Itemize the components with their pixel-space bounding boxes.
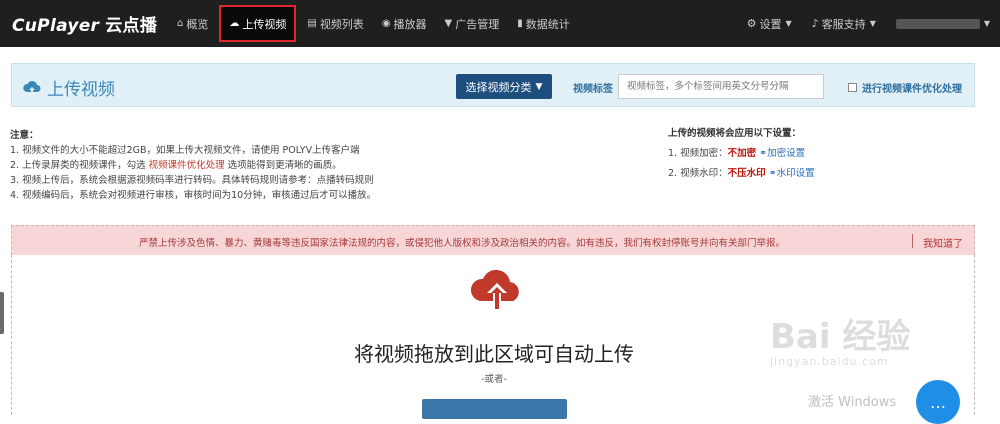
chevron-down-icon: ▼: [535, 81, 543, 92]
notes-title: 注意：: [10, 130, 39, 141]
film-icon: ▤: [307, 18, 317, 29]
page-title: 上传视频: [22, 75, 115, 100]
caret-down-icon: ▼: [983, 19, 990, 28]
notes-line: 1. 视频文件的大小不能超过2GB，如果上传大视频文件，请使用 POLYV上传客…: [10, 145, 360, 156]
select-file-button[interactable]: [422, 399, 567, 419]
home-icon: ⌂: [177, 18, 184, 29]
nav-upload-label: 上传视频: [242, 17, 287, 31]
gear-icon: ⚙: [746, 17, 757, 30]
watermark-settings-link[interactable]: ⚭水印设置: [769, 168, 815, 179]
upload-notes: 注意： 1. 视频文件的大小不能超过2GB，如果上传大视频文件，请使用 POLY…: [10, 128, 530, 203]
support-menu[interactable]: ♪ 客服支持 ▼: [802, 16, 886, 32]
dismiss-warning-button[interactable]: 我知道了: [923, 235, 963, 250]
account-name-blurred: [895, 18, 980, 29]
nav-player[interactable]: ◉ 播放器: [373, 0, 436, 47]
nav-overview-label: 概览: [186, 17, 209, 31]
nav-video-list-label: 视频列表: [319, 17, 364, 31]
checkbox-box[interactable]: [848, 83, 857, 92]
link-icon: ⚭: [759, 148, 768, 159]
drop-zone-or: -或者-: [481, 374, 507, 385]
encrypt-link-text: 加密设置: [767, 148, 806, 159]
watermark-main: Bai 经验: [770, 317, 911, 357]
settings-label: 设置: [759, 17, 782, 31]
nav-stats[interactable]: ▮ 数据统计: [508, 0, 579, 47]
settings-title: 上传的视频将会应用以下设置：: [668, 128, 802, 139]
upload-header-panel: 上传视频 选择视频分类▼ 视频标签 进行视频课件优化处理: [11, 63, 975, 107]
nav-video-list[interactable]: ▤ 视频列表: [298, 0, 372, 47]
nav-stats-label: 数据统计: [525, 17, 570, 31]
encrypt-value: 不加密: [727, 148, 757, 159]
notes-text: 2. 上传录屏类的视频课件，勾选: [10, 160, 146, 171]
play-circle-icon: ◉: [381, 18, 391, 29]
nav-ads-label: 广告管理: [455, 17, 500, 31]
legal-warning-banner: 严禁上传涉及色情、暴力、黄赌毒等违反国家法律法规的内容，或侵犯他人版权和涉及政治…: [11, 225, 975, 255]
side-handle[interactable]: [0, 292, 4, 334]
bar-chart-icon: ▮: [517, 18, 523, 29]
select-category-button[interactable]: 选择视频分类 ▼: [456, 74, 552, 99]
nav-right: ⚙ 设置 ▼ ♪ 客服支持 ▼ ▼: [737, 0, 1000, 47]
top-navbar: CuPlayer 云点播 ⌂ 概览 ☁ 上传视频 ▤ 视频列表 ◉ 播放器 ▼ 广告管理 ▮…: [0, 0, 1000, 47]
cloud-upload-icon: [470, 269, 519, 311]
applied-settings: 上传的视频将会应用以下设置： 1. 视频加密：不加密 ⚭加密设置 2. 视频水印…: [668, 124, 815, 184]
cloud-upload-icon: ☁: [229, 18, 240, 29]
nav-player-label: 播放器: [393, 17, 427, 31]
nav-upload-video[interactable]: ☁ 上传视频: [219, 5, 297, 42]
encrypt-settings-link[interactable]: ⚭加密设置: [759, 148, 805, 159]
account-menu[interactable]: ▼: [886, 18, 1000, 29]
divider: [912, 234, 913, 248]
nav-overview[interactable]: ⌂ 概览: [168, 0, 217, 47]
watermark-setting: 2. 视频水印：不压水印 ⚭水印设置: [668, 164, 815, 184]
watermark-link-text: 水印设置: [776, 168, 815, 179]
baidu-watermark: Bai 经验 jingyan.baidu.com: [770, 320, 910, 370]
brand-name: CuPlayer: [12, 16, 100, 36]
select-category-label: 选择视频分类: [465, 80, 532, 94]
watermark-label: 2. 视频水印：: [668, 168, 728, 179]
notes-line: 2. 上传录屏类的视频课件，勾选 视频课件优化处理 选项能得到更清晰的画质。: [10, 158, 530, 173]
notes-line: 3. 视频上传后，系统会根据源视频码率进行转码。具体转码规则请参考：点播转码规则: [10, 175, 374, 186]
notes-text: 选项能得到更清晰的画质。: [227, 160, 342, 171]
activate-windows-text: 激活 Windows: [808, 395, 897, 410]
chat-icon: …: [930, 392, 946, 412]
notes-highlight: 视频课件优化处理: [148, 160, 225, 171]
bell-icon: ♪: [811, 17, 819, 30]
nav-ads[interactable]: ▼ 广告管理: [436, 0, 509, 47]
link-icon: ⚭: [768, 168, 777, 179]
support-label: 客服支持: [821, 17, 866, 31]
brand-name-cn: 云点播: [105, 16, 158, 36]
optimize-checkbox[interactable]: 进行视频课件优化处理: [848, 80, 962, 95]
encrypt-label: 1. 视频加密：: [668, 148, 728, 159]
settings-menu[interactable]: ⚙ 设置 ▼: [737, 16, 802, 32]
caret-down-icon: ▼: [869, 19, 876, 28]
tag-input[interactable]: [618, 74, 824, 99]
filter-icon: ▼: [444, 18, 453, 29]
caret-down-icon: ▼: [785, 19, 792, 28]
warning-text: 严禁上传涉及色情、暴力、黄赌毒等违反国家法律法规的内容，或侵犯他人版权和涉及政治…: [138, 238, 785, 249]
brand-logo[interactable]: CuPlayer 云点播: [12, 11, 157, 36]
watermark-value: 不压水印: [727, 168, 766, 179]
tag-label: 视频标签: [573, 84, 613, 95]
notes-line: 4. 视频编码后，系统会对视频进行审核，审核时间为10分钟，审核通过后才可以播放…: [10, 190, 377, 201]
encrypt-setting: 1. 视频加密：不加密 ⚭加密设置: [668, 144, 815, 164]
cloud-upload-icon: [23, 80, 41, 95]
chat-button[interactable]: …: [916, 380, 960, 424]
optimize-label: 进行视频课件优化处理: [862, 84, 962, 95]
page-title-text: 上传视频: [47, 80, 115, 100]
main-nav: ⌂ 概览 ☁ 上传视频 ▤ 视频列表 ◉ 播放器 ▼ 广告管理 ▮ 数据统计: [168, 0, 579, 47]
